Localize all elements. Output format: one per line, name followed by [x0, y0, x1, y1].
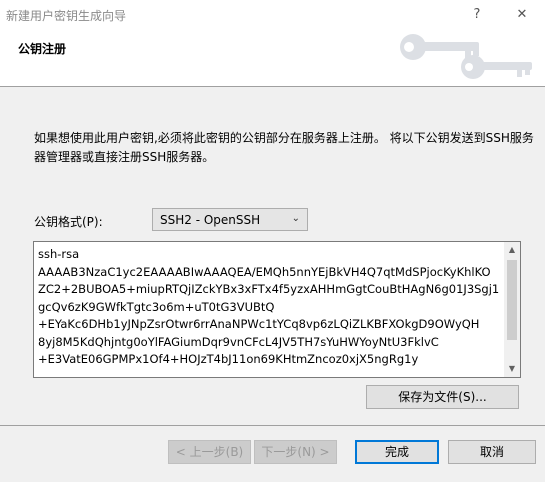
wizard-header: 公钥注册: [0, 31, 545, 87]
public-key-textarea[interactable]: ssh-rsa AAAAB3NzaC1yc2EAAAABIwAAAQEA/EMQ…: [33, 241, 521, 378]
public-key-text: ssh-rsa AAAAB3NzaC1yc2EAAAABIwAAAQEA/EMQ…: [38, 247, 500, 366]
finish-button[interactable]: 完成: [355, 440, 439, 464]
footer-divider: [0, 425, 545, 426]
close-button[interactable]: ✕: [511, 4, 533, 26]
chevron-down-icon: ⌄: [291, 213, 300, 224]
save-to-file-button[interactable]: 保存为文件(S)...: [366, 385, 519, 409]
window-title: 新建用户密钥生成向导: [6, 9, 127, 23]
vertical-scrollbar[interactable]: ▲ ▼: [504, 242, 520, 377]
scroll-up-icon[interactable]: ▲: [504, 242, 520, 258]
keys-icon: [400, 34, 532, 79]
next-button[interactable]: 下一步(N) >: [254, 440, 337, 464]
cancel-button[interactable]: 取消: [448, 440, 536, 464]
help-button[interactable]: ?: [466, 4, 488, 26]
scrollbar-thumb[interactable]: [507, 260, 517, 340]
format-select-value: SSH2 - OpenSSH: [160, 213, 261, 227]
format-label: 公钥格式(P):: [34, 215, 103, 229]
back-button[interactable]: < 上一步(B): [168, 440, 251, 464]
page-title: 公钥注册: [18, 42, 67, 56]
title-bar: 新建用户密钥生成向导 ? ✕: [0, 0, 545, 31]
scroll-down-icon[interactable]: ▼: [504, 361, 520, 377]
description-text: 如果想使用此用户密钥,必须将此密钥的公钥部分在服务器上注册。 将以下公钥发送到S…: [34, 131, 534, 164]
format-select[interactable]: SSH2 - OpenSSH ⌄: [152, 208, 308, 231]
